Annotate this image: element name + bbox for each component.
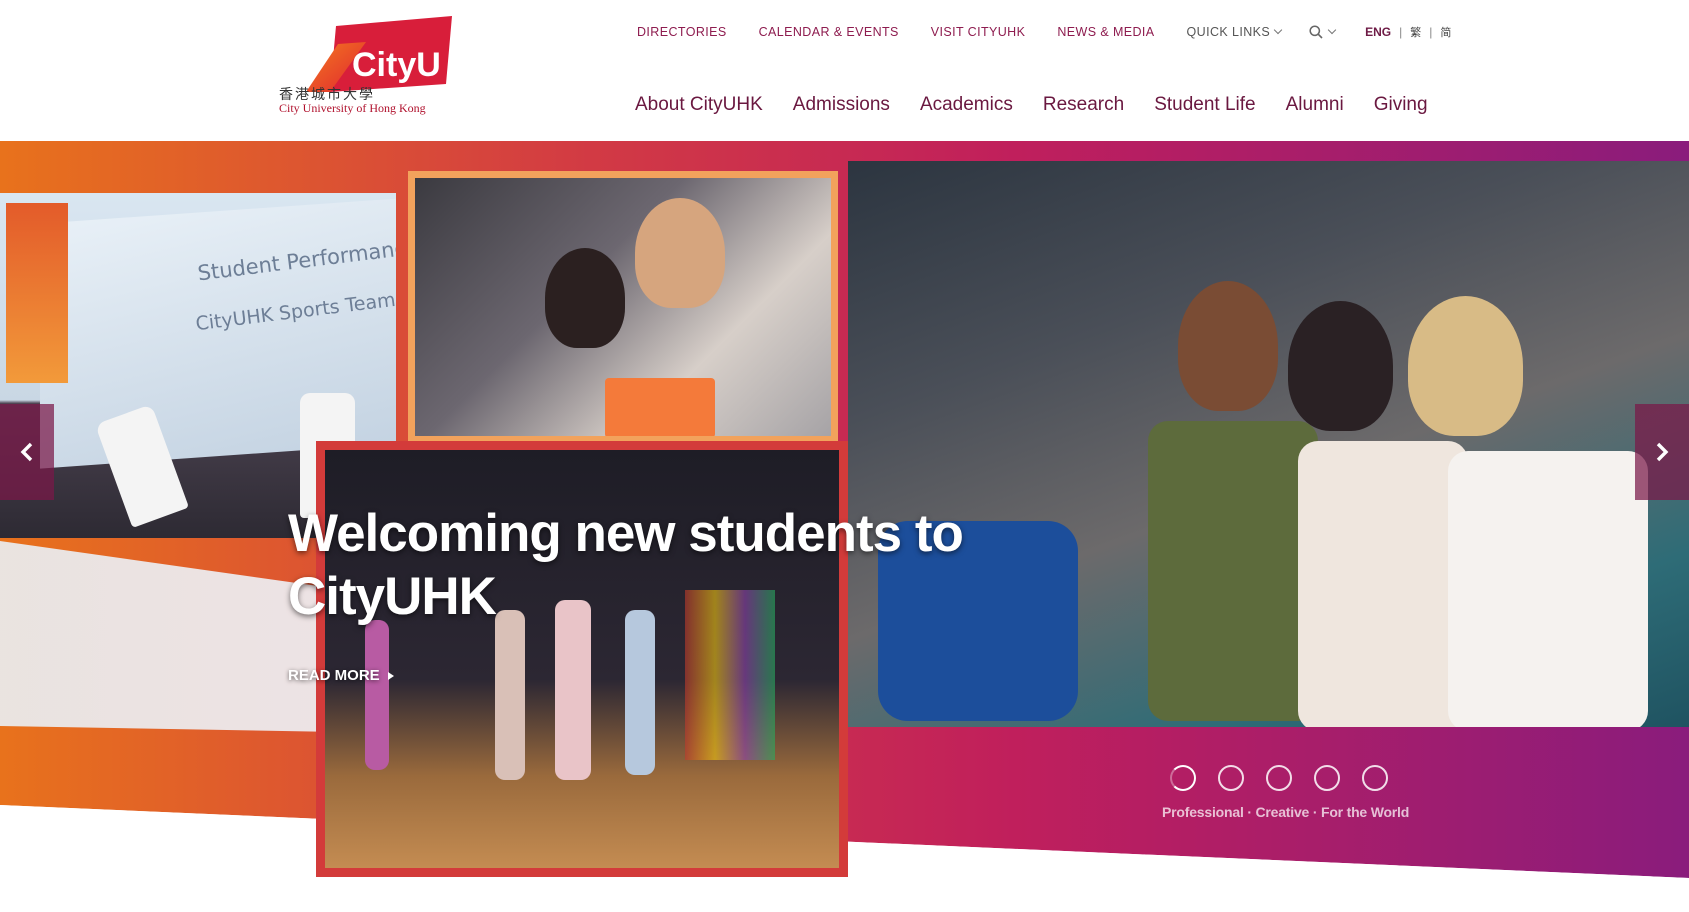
hero-headline: Welcoming new students to CityUHK — [288, 504, 964, 626]
nav-academics[interactable]: Academics — [920, 94, 1013, 116]
chevron-right-icon — [1656, 442, 1669, 462]
nav-about[interactable]: About CityUHK — [635, 94, 763, 116]
lang-simplified[interactable]: 简 — [1440, 24, 1451, 40]
student-clothing — [1148, 421, 1318, 721]
carousel-dot-2[interactable] — [1218, 765, 1244, 791]
lang-eng[interactable]: ENG — [1365, 25, 1391, 39]
carousel-dot-1[interactable] — [1170, 765, 1196, 791]
main-nav: About CityUHK Admissions Academics Resea… — [635, 94, 1428, 116]
read-more-link[interactable]: READ MORE — [288, 667, 394, 684]
news-media-link[interactable]: NEWS & MEDIA — [1057, 25, 1154, 39]
utility-nav: DIRECTORIES CALENDAR & EVENTS VISIT CITY… — [637, 24, 1451, 40]
chevron-left-icon — [20, 442, 33, 462]
language-switcher: ENG | 繁 | 简 — [1365, 24, 1451, 40]
nav-admissions[interactable]: Admissions — [793, 94, 890, 116]
student-figure — [545, 248, 625, 348]
read-more-label: READ MORE — [288, 667, 380, 684]
student-figure — [1408, 296, 1523, 436]
performer-figure — [495, 610, 525, 780]
quick-links-dropdown[interactable]: QUICK LINKS — [1186, 25, 1283, 39]
lang-traditional[interactable]: 繁 — [1410, 24, 1421, 40]
calendar-events-link[interactable]: CALENDAR & EVENTS — [759, 25, 899, 39]
student-figure — [1288, 301, 1393, 431]
student-clothing — [1448, 451, 1648, 727]
student-clothing — [1298, 441, 1468, 727]
directories-link[interactable]: DIRECTORIES — [637, 25, 727, 39]
carousel-dot-4[interactable] — [1314, 765, 1340, 791]
orientation-students-photo — [408, 171, 838, 443]
student-figure — [1178, 281, 1278, 411]
orientation-booklet — [605, 378, 715, 436]
lecture-hall-photo — [848, 161, 1689, 727]
nav-giving[interactable]: Giving — [1374, 94, 1428, 116]
student-figure — [635, 198, 725, 308]
visit-cityuhk-link[interactable]: VISIT CITYUHK — [931, 25, 1026, 39]
carousel-pagination — [1170, 765, 1410, 791]
hero-carousel: Student Performance CityUHK Sports Team … — [0, 141, 1689, 912]
nav-research[interactable]: Research — [1043, 94, 1124, 116]
orientation-banner — [6, 203, 68, 383]
performer-figure — [625, 610, 655, 775]
search-icon — [1309, 25, 1323, 39]
nav-student-life[interactable]: Student Life — [1154, 94, 1255, 116]
play-arrow-icon — [387, 671, 394, 680]
lang-divider: | — [1429, 25, 1433, 39]
logo-english-name: City University of Hong Kong — [279, 101, 426, 115]
site-header: CityU 香港城市大學 City University of Hong Kon… — [0, 0, 1689, 141]
carousel-dot-3[interactable] — [1266, 765, 1292, 791]
chevron-down-icon — [1273, 25, 1283, 35]
nav-alumni[interactable]: Alumni — [1286, 94, 1344, 116]
carousel-prev-button[interactable] — [0, 404, 54, 500]
search-toggle[interactable] — [1309, 25, 1337, 39]
logo-wordmark: CityU — [352, 46, 441, 84]
lang-divider: | — [1399, 25, 1403, 39]
performer-figure — [365, 620, 389, 770]
chevron-down-icon — [1327, 25, 1337, 35]
carousel-dot-5[interactable] — [1362, 765, 1388, 791]
hero-tagline: Professional · Creative · For the World — [1162, 804, 1410, 820]
quick-links-label: QUICK LINKS — [1186, 25, 1271, 39]
carousel-next-button[interactable] — [1635, 404, 1689, 500]
